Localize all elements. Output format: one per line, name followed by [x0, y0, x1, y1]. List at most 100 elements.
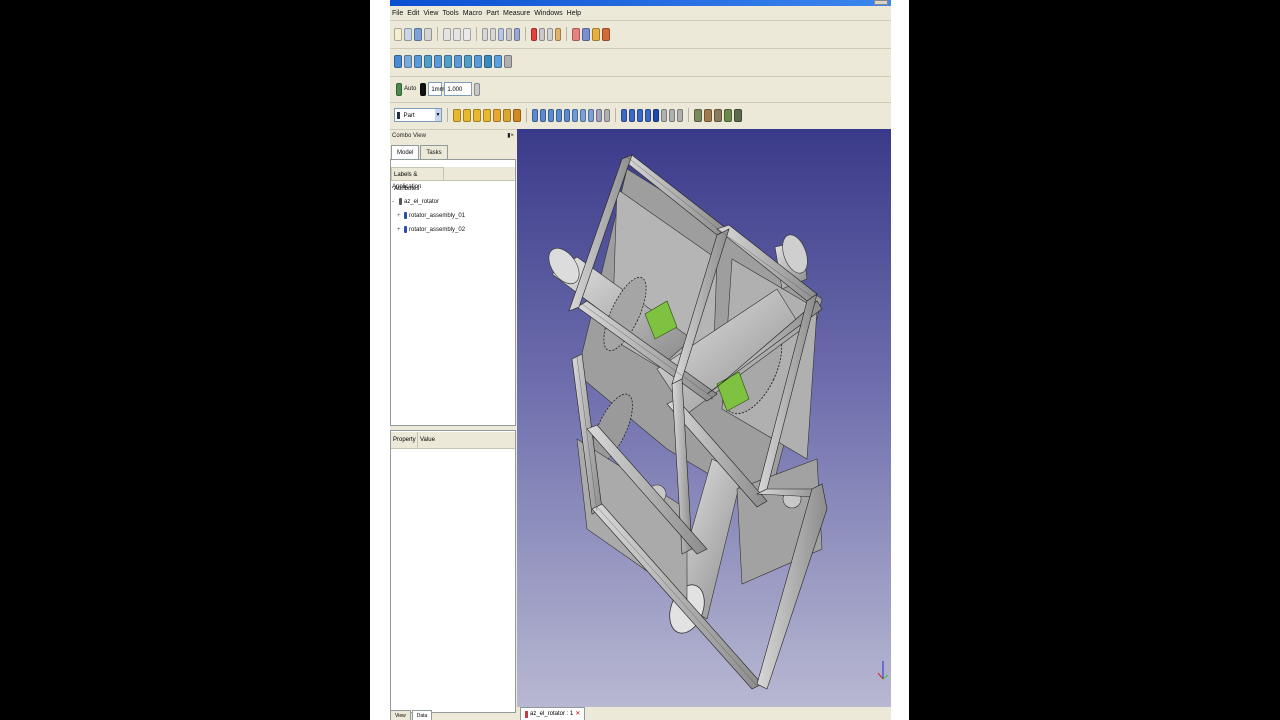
check-geometry-icon[interactable] [714, 108, 722, 122]
measure-linear-icon[interactable] [653, 108, 659, 122]
document-tab[interactable]: az_el_rotator : 1 ✕ [520, 707, 586, 720]
section-icon[interactable] [596, 108, 602, 122]
measure-toggle-icon[interactable] [677, 108, 683, 122]
boolean-icon[interactable] [621, 108, 627, 122]
tab-view[interactable]: View [390, 710, 411, 720]
attachment-icon[interactable] [734, 108, 742, 122]
run-macro-icon[interactable] [555, 27, 561, 41]
cone-icon[interactable] [483, 108, 491, 122]
fuse-icon[interactable] [637, 108, 643, 122]
measure-3d-icon[interactable] [694, 108, 702, 122]
paste-icon[interactable] [463, 27, 471, 41]
menu-measure[interactable]: Measure [501, 10, 532, 17]
view-axonometric-icon[interactable] [414, 55, 422, 68]
view-right-icon[interactable] [444, 55, 452, 68]
revolve-icon[interactable] [540, 108, 546, 122]
zoom-icon[interactable] [494, 55, 502, 68]
menu-file[interactable]: File [390, 10, 405, 17]
whats-this-icon[interactable] [514, 27, 520, 41]
unit-spinbox[interactable]: 1mm [428, 82, 445, 96]
menu-help[interactable]: Help [565, 10, 583, 17]
stop-macro-icon[interactable] [539, 27, 545, 41]
document-icon [399, 198, 402, 205]
redo-icon[interactable] [490, 27, 496, 41]
torus-icon[interactable] [493, 108, 501, 122]
pointer-icon[interactable] [506, 27, 512, 41]
expand-icon[interactable]: + [397, 213, 402, 219]
spin-arrows-icon[interactable] [474, 82, 481, 96]
view-top-icon[interactable] [434, 55, 442, 68]
tree-item-assembly-02[interactable]: + rotator_assembly_02 [397, 226, 465, 233]
cylinder-icon[interactable] [463, 108, 471, 122]
pdf-export-icon[interactable] [572, 27, 580, 41]
mirror-icon[interactable] [548, 108, 554, 122]
ruled-surface-icon[interactable] [572, 108, 578, 122]
view-rear-icon[interactable] [454, 55, 462, 68]
edit-macro-icon[interactable] [547, 27, 553, 41]
close-button[interactable] [874, 0, 888, 5]
tab-tasks[interactable]: Tasks [420, 145, 448, 160]
view-bottom-icon[interactable] [464, 55, 472, 68]
menu-part[interactable]: Part [484, 10, 501, 17]
view-left-icon[interactable] [474, 55, 482, 68]
part-object-icon [404, 212, 407, 219]
tree-item-assembly-01[interactable]: + rotator_assembly_01 [397, 212, 465, 219]
undo-icon[interactable] [482, 27, 488, 41]
fillet-icon[interactable] [556, 108, 562, 122]
model-tree: Labels & Attributes Application - az_el_… [390, 159, 516, 426]
view-front-icon[interactable] [424, 55, 432, 68]
workbench-selector[interactable]: Part ▼ [394, 108, 442, 122]
shape-builder-icon[interactable] [513, 108, 521, 122]
tab-model[interactable]: Model [391, 145, 420, 160]
cut-icon[interactable] [443, 27, 451, 41]
pin-icon[interactable]: ▮× [507, 130, 514, 142]
auto-icon [396, 82, 402, 96]
copy-icon[interactable] [453, 27, 461, 41]
sphere-icon[interactable] [473, 108, 481, 122]
freecad-window: File Edit View Tools Macro Part Measure … [390, 0, 891, 720]
3d-viewport[interactable] [517, 129, 891, 707]
common-icon[interactable] [645, 108, 651, 122]
chamfer-icon[interactable] [564, 108, 570, 122]
color-swatch-icon[interactable] [420, 82, 427, 96]
value-spinbox[interactable]: 1.000 [444, 82, 473, 96]
close-icon[interactable]: ✕ [575, 708, 580, 720]
record-macro-icon[interactable] [531, 27, 537, 41]
box-icon[interactable] [453, 108, 461, 122]
new-file-icon[interactable] [394, 27, 402, 41]
fit-all-icon[interactable] [394, 55, 402, 68]
open-file-icon[interactable] [404, 27, 412, 41]
measure-distance-icon[interactable] [484, 55, 492, 68]
tree-root[interactable]: Application [392, 184, 421, 190]
python-console-icon[interactable] [602, 27, 610, 41]
tree-document[interactable]: - az_el_rotator [392, 198, 439, 205]
separator [688, 108, 689, 122]
defeaturing-icon[interactable] [724, 108, 732, 122]
menu-edit[interactable]: Edit [405, 10, 421, 17]
dropdown-arrow-icon[interactable] [504, 55, 512, 68]
extrude-icon[interactable] [532, 108, 538, 122]
menu-tools[interactable]: Tools [440, 10, 460, 17]
collapse-icon[interactable]: - [392, 199, 397, 205]
refresh-icon[interactable] [498, 27, 504, 41]
loft-icon[interactable] [580, 108, 586, 122]
toggle-delta-icon[interactable] [704, 108, 712, 122]
auto-button[interactable]: Auto [394, 82, 418, 96]
part-icon[interactable] [592, 27, 600, 41]
draw-style-icon[interactable] [404, 55, 412, 68]
menu-macro[interactable]: Macro [461, 10, 484, 17]
expand-icon[interactable]: + [397, 227, 402, 233]
web-icon[interactable] [582, 27, 590, 41]
cut-shape-icon[interactable] [629, 108, 635, 122]
sweep-icon[interactable] [588, 108, 594, 122]
separator [447, 108, 448, 122]
measure-angular-icon[interactable] [661, 108, 667, 122]
menu-windows[interactable]: Windows [532, 10, 564, 17]
print-icon[interactable] [424, 27, 432, 41]
save-icon[interactable] [414, 27, 422, 41]
measure-clear-icon[interactable] [669, 108, 675, 122]
menu-view[interactable]: View [421, 10, 440, 17]
cross-sections-icon[interactable] [604, 108, 610, 122]
tab-data[interactable]: Data [411, 710, 433, 720]
primitives-icon[interactable] [503, 108, 511, 122]
